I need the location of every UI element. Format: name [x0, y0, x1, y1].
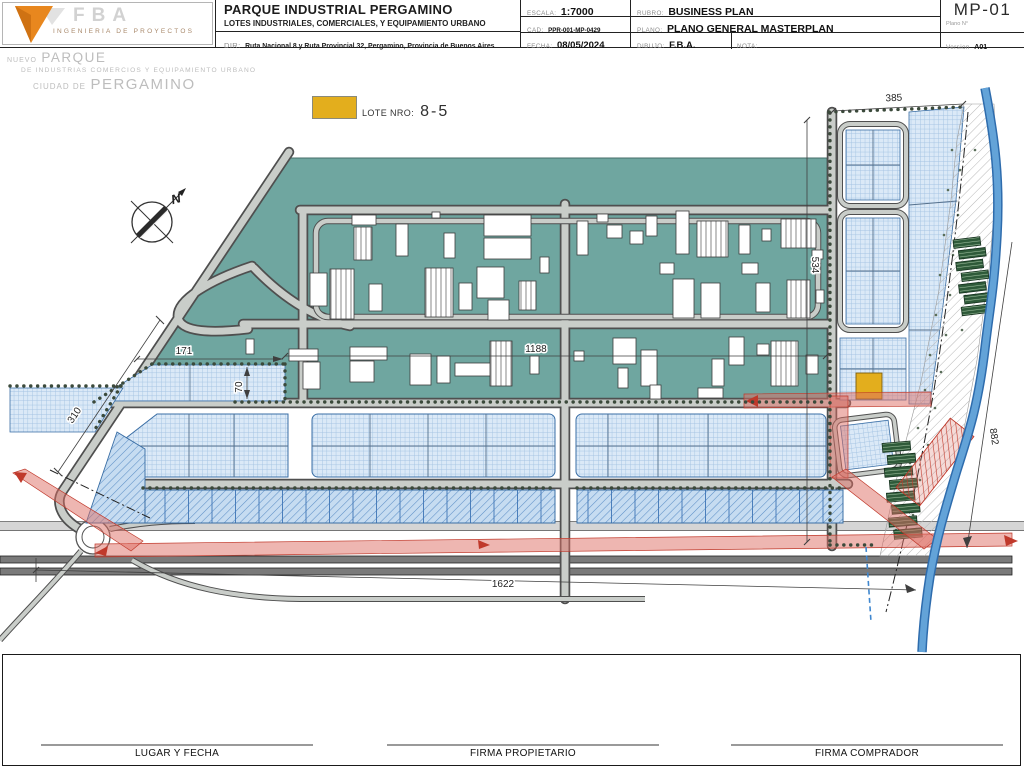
- signature-slot-propietario: FIRMA PROPIETARIO: [387, 744, 659, 759]
- legend-label: LOTE NRO:: [362, 108, 414, 118]
- dim-385: 385: [885, 93, 903, 105]
- dibujo-value: F.B.A.: [669, 40, 695, 51]
- legend: LOTE NRO: 8-5: [312, 96, 449, 119]
- dir-label: DIR:: [224, 41, 241, 50]
- site-plan-svg: 385 534 882 171 70 1188 310 1622 N: [0, 0, 1024, 768]
- fecha-row: FECHA: 08/05/2024: [521, 32, 630, 48]
- logo-tagline: INGENIERIA DE PROYECTOS: [53, 28, 194, 35]
- dim-534: 534: [809, 257, 820, 274]
- dibujo-label: DIBUJO:: [637, 43, 665, 50]
- sheet-code: MP-01: [941, 0, 1024, 20]
- wordmark-ciudad: CIUDAD DE: [33, 82, 86, 91]
- sheet-number-cell: MP-01 Plano N° Version A01: [940, 0, 1024, 48]
- nota-cell: NOTA:: [731, 33, 941, 49]
- fecha-value: 08/05/2024: [557, 40, 605, 51]
- legend-value: 8-5: [420, 103, 449, 121]
- signature-line: [41, 744, 313, 746]
- wordmark-parque: PARQUE: [41, 50, 106, 65]
- version-value: A01: [974, 44, 987, 51]
- signature-line: [387, 744, 659, 746]
- wordmark-nuevo: NUEVO: [7, 57, 37, 64]
- signature-label: FIRMA PROPIETARIO: [387, 748, 659, 759]
- plano-row: PLANO: PLANO GENERAL MASTERPLAN: [631, 16, 940, 32]
- dim-882: 882: [987, 428, 1001, 447]
- dir-value: Ruta Nacional 8 y Ruta Provincial 32, Pe…: [245, 43, 494, 50]
- wordmark-line2: DE INDUSTRIAS COMERCIOS Y EQUIPAMIENTO U…: [7, 68, 256, 75]
- nota-label: NOTA:: [737, 43, 758, 50]
- signature-slot-lugar: LUGAR Y FECHA: [41, 744, 313, 759]
- dim-171: 171: [176, 346, 193, 357]
- signature-label: FIRMA COMPRADOR: [731, 748, 1003, 759]
- drawing-sheet: 385 534 882 171 70 1188 310 1622 N FBA I…: [0, 0, 1024, 768]
- rubro-cell: RUBRO: BUSINESS PLAN PLANO: PLANO GENERA…: [630, 0, 940, 48]
- dibujo-row: DIBUJO: F.B.A. NOTA:: [631, 32, 940, 48]
- version-label: Version: [946, 44, 970, 51]
- logo-wordmark: FBA: [73, 5, 133, 27]
- signature-line: [731, 744, 1003, 746]
- escala-row: ESCALA: 1:7000: [521, 0, 630, 16]
- project-subtitle: LOTES INDUSTRIALES, COMERCIALES, Y EQUIP…: [224, 19, 486, 28]
- dim-1188: 1188: [525, 344, 547, 355]
- fba-logo-icon: [11, 3, 67, 45]
- cad-row: CAD: PPR-001-MP-0429: [521, 16, 630, 32]
- project-title: PARQUE INDUSTRIAL PERGAMINO: [224, 2, 453, 17]
- title-block: FBA INGENIERIA DE PROYECTOS PARQUE INDUS…: [0, 0, 1024, 48]
- logo-cell: FBA INGENIERIA DE PROYECTOS: [2, 2, 213, 45]
- signature-label: LUGAR Y FECHA: [41, 748, 313, 759]
- signature-slot-comprador: FIRMA COMPRADOR: [731, 744, 1003, 759]
- dim-1622: 1622: [492, 579, 515, 590]
- wordmark-line3: CIUDAD DE PERGAMINO: [7, 77, 256, 93]
- scale-cell: ESCALA: 1:7000 CAD: PPR-001-MP-0429 FECH…: [520, 0, 630, 48]
- wordmark-line1: NUEVO PARQUE: [7, 50, 256, 66]
- north-arrow: N: [131, 188, 186, 243]
- version-row: Version A01: [941, 32, 1024, 48]
- wordmark-pergamino: PERGAMINO: [90, 76, 195, 93]
- sheet-label: Plano N°: [946, 21, 968, 27]
- dim-70: 70: [234, 381, 245, 393]
- address-row: DIR: Ruta Nacional 8 y Ruta Provincial 3…: [216, 31, 520, 48]
- legend-swatch: [312, 96, 357, 119]
- rubro-row: RUBRO: BUSINESS PLAN: [631, 0, 940, 16]
- fecha-label: FECHA:: [527, 43, 553, 50]
- project-wordmark: NUEVO PARQUE DE INDUSTRIAS COMERCIOS Y E…: [7, 50, 256, 93]
- industrial-lots-row1: [126, 414, 826, 477]
- project-title-cell: PARQUE INDUSTRIAL PERGAMINO LOTES INDUST…: [215, 0, 520, 48]
- signature-box: LUGAR Y FECHA FIRMA PROPIETARIO FIRMA CO…: [2, 654, 1021, 766]
